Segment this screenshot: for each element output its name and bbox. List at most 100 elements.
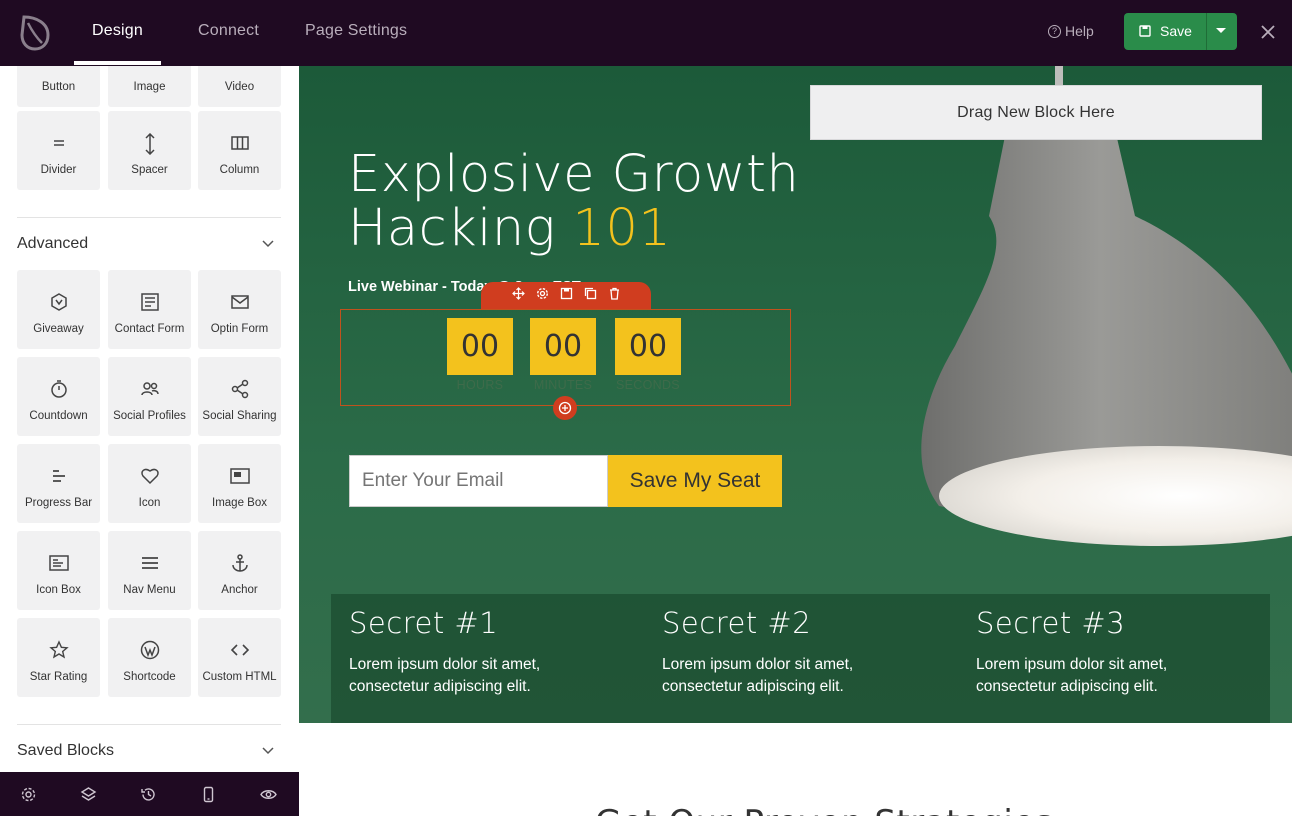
hero-section[interactable]: Drag New Block Here Explosive Growth Hac… — [299, 66, 1292, 723]
secrets-row: Secret #1 Lorem ipsum dolor sit amet, co… — [331, 594, 1270, 723]
history-icon[interactable] — [140, 786, 157, 803]
save-label: Save — [1160, 23, 1192, 39]
block-label: Video — [224, 81, 255, 93]
block-image[interactable]: Image — [108, 66, 191, 107]
block-progress-bar[interactable]: Progress Bar — [17, 444, 100, 523]
block-column[interactable]: Column — [198, 111, 281, 190]
block-label: Column — [219, 164, 260, 176]
block-nav-menu[interactable]: Nav Menu — [108, 531, 191, 610]
block-spacer[interactable]: Spacer — [108, 111, 191, 190]
image-box-icon — [198, 466, 281, 486]
block-label: Countdown — [29, 410, 88, 422]
seedprod-logo-icon[interactable] — [18, 13, 52, 51]
headline-line-1: Explosive Growth — [348, 145, 800, 204]
block-label: Divider — [40, 164, 77, 176]
trash-icon[interactable] — [608, 287, 621, 300]
block-label: Nav Menu — [123, 584, 176, 596]
spacer-icon — [108, 133, 191, 155]
countdown-seconds-value: 00 — [615, 318, 681, 375]
block-label: Image — [133, 81, 166, 93]
headline-text: Hacking — [348, 199, 573, 258]
countdown-hours: 00 HOURS — [447, 318, 513, 392]
block-label: Spacer — [131, 164, 168, 176]
save-block-icon[interactable] — [560, 287, 573, 300]
tab-design[interactable]: Design — [92, 22, 143, 40]
block-social-profiles[interactable]: Social Profiles — [108, 357, 191, 436]
block-divider[interactable]: Divider — [17, 111, 100, 190]
heart-icon — [108, 466, 191, 486]
top-bar: Design Connect Page Settings ? Help Save — [0, 0, 1292, 66]
save-separator — [1206, 13, 1207, 50]
page-canvas: Drag New Block Here Explosive Growth Hac… — [299, 66, 1292, 816]
block-label: Optin Form — [210, 323, 269, 335]
add-block-plus-icon[interactable] — [553, 396, 577, 420]
giveaway-icon — [17, 292, 100, 312]
block-countdown[interactable]: Countdown — [17, 357, 100, 436]
headline-line-2: Hacking 101 — [348, 202, 799, 256]
save-button[interactable]: Save — [1124, 13, 1237, 50]
social-profiles-icon — [108, 379, 191, 399]
blocks-sidebar: Button Image Video Divider Spacer Column… — [0, 66, 299, 772]
block-label: Social Profiles — [113, 410, 186, 422]
section-heading-partial[interactable]: Get Our Proven Strategies — [595, 803, 1053, 816]
secret-column-1[interactable]: Secret #1 Lorem ipsum dolor sit amet, co… — [349, 606, 569, 698]
gear-icon[interactable] — [20, 786, 37, 803]
block-label: Social Sharing — [202, 410, 277, 422]
block-shortcode[interactable]: Shortcode — [108, 618, 191, 697]
tab-connect[interactable]: Connect — [198, 22, 259, 40]
countdown-minutes-label: MINUTES — [533, 378, 593, 392]
save-dropdown-chevron-icon[interactable] — [1216, 28, 1226, 33]
block-icon-box[interactable]: Icon Box — [17, 531, 100, 610]
secret-title: Secret #2 — [662, 606, 812, 640]
block-video[interactable]: Video — [198, 66, 281, 107]
secret-column-2[interactable]: Secret #2 Lorem ipsum dolor sit amet, co… — [662, 606, 882, 698]
block-button[interactable]: Button — [17, 66, 100, 107]
drag-new-block-dropzone[interactable]: Drag New Block Here — [810, 85, 1262, 140]
block-label: Shortcode — [123, 671, 176, 683]
saved-blocks-section-title[interactable]: Saved Blocks — [17, 742, 114, 760]
help-link[interactable]: ? Help — [1048, 23, 1094, 39]
block-action-toolbar — [481, 282, 651, 309]
secret-column-3[interactable]: Secret #3 Lorem ipsum dolor sit amet, co… — [976, 606, 1196, 698]
block-icon[interactable]: Icon — [108, 444, 191, 523]
block-label: Image Box — [212, 497, 267, 509]
section-divider — [17, 724, 281, 725]
block-contact-form[interactable]: Contact Form — [108, 270, 191, 349]
column-icon — [198, 133, 281, 153]
countdown-minutes-value: 00 — [530, 318, 596, 375]
optin-form-icon — [198, 292, 281, 312]
chevron-down-icon[interactable] — [262, 240, 274, 248]
block-label: Star Rating — [29, 671, 88, 683]
section-divider — [17, 217, 281, 218]
block-label: Button — [41, 81, 76, 93]
question-circle-icon: ? — [1048, 24, 1061, 38]
secret-description: Lorem ipsum dolor sit amet, consectetur … — [976, 656, 1168, 695]
save-my-seat-button[interactable]: Save My Seat — [608, 455, 782, 507]
block-anchor[interactable]: Anchor — [198, 531, 281, 610]
duplicate-icon[interactable] — [584, 287, 597, 300]
mobile-preview-icon[interactable] — [200, 786, 217, 803]
block-optin-form[interactable]: Optin Form — [198, 270, 281, 349]
social-sharing-icon — [198, 379, 281, 399]
block-custom-html[interactable]: Custom HTML — [198, 618, 281, 697]
countdown-hours-label: HOURS — [456, 378, 504, 392]
block-image-box[interactable]: Image Box — [198, 444, 281, 523]
bottom-toolbar — [0, 772, 299, 816]
chevron-down-icon[interactable] — [262, 747, 274, 755]
block-star-rating[interactable]: Star Rating — [17, 618, 100, 697]
email-input[interactable] — [349, 455, 608, 507]
layers-icon[interactable] — [80, 786, 97, 803]
hero-headline[interactable]: Explosive Growth Hacking 101 — [348, 148, 799, 256]
move-icon[interactable] — [511, 287, 525, 300]
secret-description: Lorem ipsum dolor sit amet, consectetur … — [349, 656, 541, 695]
secret-title: Secret #1 — [349, 606, 499, 640]
block-giveaway[interactable]: Giveaway — [17, 270, 100, 349]
tab-page-settings[interactable]: Page Settings — [305, 22, 407, 40]
block-label: Anchor — [221, 584, 258, 596]
eye-preview-icon[interactable] — [260, 786, 277, 803]
block-label: Icon Box — [36, 584, 81, 596]
close-icon[interactable] — [1258, 22, 1278, 42]
advanced-section-title[interactable]: Advanced — [17, 235, 88, 253]
settings-gear-icon[interactable] — [536, 287, 549, 300]
block-social-sharing[interactable]: Social Sharing — [198, 357, 281, 436]
